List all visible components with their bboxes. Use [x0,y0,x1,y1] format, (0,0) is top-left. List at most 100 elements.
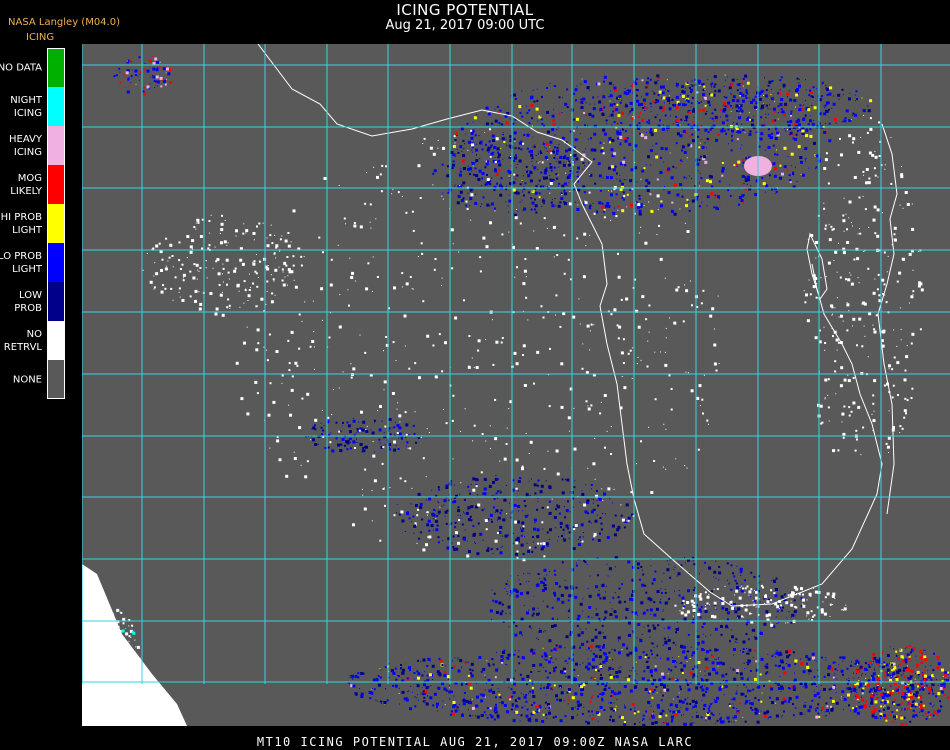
icing-pixel [855,100,856,102]
icing-pixel [517,699,519,701]
icing-pixel [623,156,626,159]
icing-pixel [736,669,740,673]
icing-pixel [631,670,633,672]
legend-label: NO RETRVL [3,328,42,353]
icing-pixel [482,667,486,671]
icing-pixel [576,617,580,621]
icing-pixel [672,657,673,659]
icing-pixel [910,693,912,695]
icing-pixel [665,88,666,90]
icing-pixel [834,661,836,663]
icing-pixel [736,130,740,134]
icing-pixel [816,88,817,90]
icing-pixel [599,141,602,144]
icing-pixel [503,704,507,707]
icing-pixel [714,90,717,93]
icing-pixel [588,207,590,209]
icing-pixel [625,616,628,619]
icing-pixel [567,662,569,664]
icing-pixel [549,178,552,181]
icing-pixel [654,81,658,85]
icing-pixel [491,132,493,134]
icing-pixel [653,92,656,95]
icing-pixel [322,429,325,432]
icing-pixel [487,112,491,116]
icing-pixel [825,85,827,87]
icing-pixel [835,691,837,693]
icing-pixel [683,645,687,649]
icing-pixel [467,518,471,522]
icing-pixel [266,244,270,248]
icing-pixel [588,112,592,116]
icing-pixel [619,638,621,640]
icing-pixel [436,514,438,517]
icing-pixel [643,102,646,105]
icing-pixel [543,631,545,633]
icing-pixel [616,709,618,711]
icing-pixel [844,117,847,119]
icing-pixel [379,173,382,176]
icing-pixel [436,524,439,527]
icing-pixel [721,162,724,164]
icing-pixel [362,449,366,453]
icing-pixel [452,546,455,548]
icing-pixel [739,92,743,96]
icing-pixel [667,130,668,132]
icing-pixel [599,672,601,674]
icing-pixel [506,144,508,146]
icing-pixel [730,92,731,94]
icing-pixel [205,267,207,269]
icing-pixel [357,676,360,679]
icing-pixel [540,115,542,117]
icing-pixel [681,714,682,716]
icing-pixel [890,663,893,666]
icing-pixel [521,180,523,182]
icing-pixel [376,700,378,702]
icing-pixel [643,98,646,102]
icing-pixel [442,198,444,200]
icing-pixel [465,200,468,203]
icing-pixel [535,705,537,708]
icing-pixel [641,118,645,122]
icing-pixel [666,165,668,167]
icing-pixel [650,613,652,615]
icing-pixel [809,705,813,709]
icing-pixel [610,90,611,92]
icing-pixel [548,538,550,540]
icing-pixel [484,689,486,691]
icing-pixel [644,688,648,691]
icing-pixel [528,581,530,582]
icing-pixel [348,437,351,440]
icing-pixel [771,188,774,191]
icing-pixel [703,99,705,101]
icing-pixel [456,201,460,205]
icing-pixel [508,194,510,196]
icing-pixel [666,722,670,726]
icing-pixel [666,97,668,99]
icing-pixel [775,702,777,704]
icing-pixel [794,672,795,674]
icing-pixel [792,133,795,136]
legend-item: NO DATA [0,48,66,87]
icing-pixel [521,181,523,183]
icing-pixel [853,685,856,688]
icing-pixel [586,649,588,651]
icing-pixel [521,191,523,193]
icing-pixel [508,156,511,159]
icing-pixel [530,648,534,652]
icing-pixel [872,660,874,662]
icing-pixel [688,86,691,89]
icing-pixel [520,543,524,547]
icing-pixel [139,71,142,74]
icing-pixel [480,699,484,703]
icing-pixel [577,175,579,178]
icing-pixel [493,498,496,500]
icing-pixel [428,497,432,501]
icing-pixel [544,630,546,632]
icing-pixel [614,592,616,593]
icing-pixel [551,114,555,118]
icing-pixel [413,524,417,528]
icing-pixel [573,92,576,95]
icing-pixel [879,717,881,719]
icing-pixel [777,105,780,108]
